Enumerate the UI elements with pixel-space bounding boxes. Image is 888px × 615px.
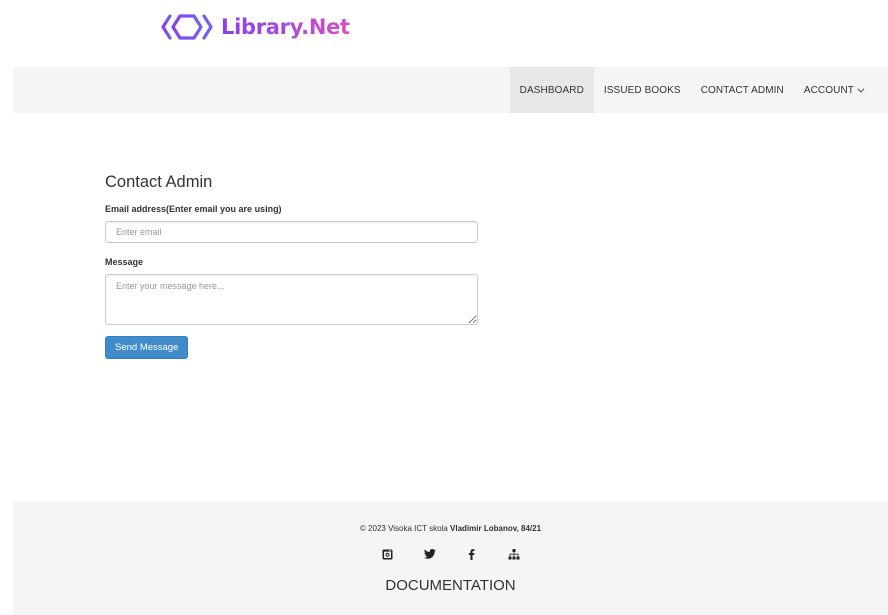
nav-item-label: DASHBOARD [519, 84, 584, 96]
nav-item-issued-books[interactable]: ISSUED BOOKS [594, 67, 691, 113]
nav-menu: DASHBOARD ISSUED BOOKS CONTACT ADMIN ACC… [509, 67, 888, 113]
message-label: Message [105, 257, 144, 267]
brand-logo[interactable]: Library.Net [161, 10, 350, 44]
twitter-icon [423, 549, 436, 559]
facebook-link[interactable] [451, 547, 493, 561]
nav-item-dashboard[interactable]: DASHBOARD [509, 67, 594, 113]
instagram-link[interactable] [367, 547, 409, 561]
social-links [13, 547, 888, 561]
instagram-icon [382, 549, 393, 559]
nav-item-label: ISSUED BOOKS [603, 84, 681, 96]
email-input[interactable] [105, 221, 478, 243]
facebook-icon [468, 548, 475, 560]
nav-item-label: ACCOUNT [803, 84, 854, 96]
code-brackets-logo-icon [161, 14, 213, 40]
message-textarea[interactable] [105, 274, 478, 325]
top-navbar: DASHBOARD ISSUED BOOKS CONTACT ADMIN ACC… [13, 67, 888, 113]
brand-name: Library.Net [221, 15, 350, 39]
nav-item-label: CONTACT ADMIN [700, 84, 784, 96]
chevron-down-icon [857, 85, 865, 93]
documentation-link[interactable]: DOCUMENTATION [13, 577, 888, 594]
copyright-author: Vladimir Lobanov, 84/21 [450, 524, 542, 533]
nav-item-contact-admin[interactable]: CONTACT ADMIN [691, 67, 794, 113]
sitemap-icon [508, 548, 519, 559]
copyright-text: © 2023 Visoka ICT skola Vladimir Lobanov… [13, 524, 888, 533]
email-label: Email address(Enter email you are using) [105, 204, 282, 214]
page-title: Contact Admin [105, 173, 213, 191]
nav-item-account-dropdown[interactable]: ACCOUNT [794, 67, 888, 113]
page-footer: © 2023 Visoka ICT skola Vladimir Lobanov… [13, 501, 888, 615]
copyright-prefix: © 2023 Visoka ICT skola [359, 524, 448, 533]
contact-admin-form: Contact Admin Email address(Enter email … [105, 172, 478, 359]
send-message-button[interactable]: Send Message [105, 336, 189, 359]
sitemap-link[interactable] [493, 547, 535, 561]
twitter-link[interactable] [409, 547, 451, 561]
